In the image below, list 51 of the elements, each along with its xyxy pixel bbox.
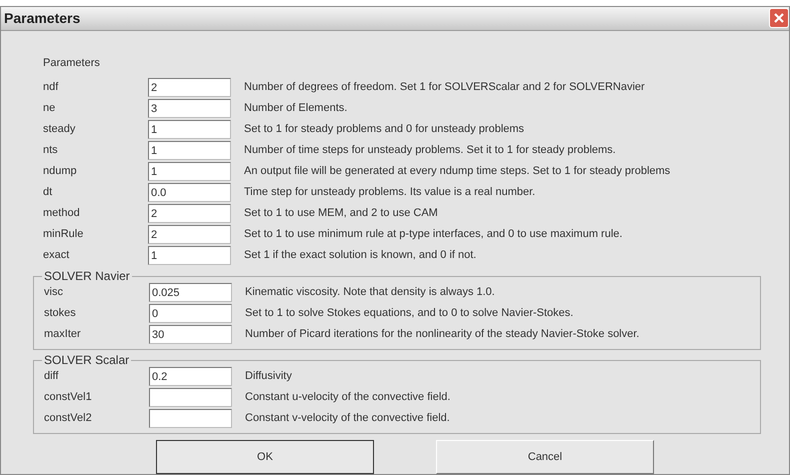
parameter-label: dt — [42, 185, 54, 200]
parameter-field[interactable] — [149, 388, 232, 407]
close-button[interactable] — [769, 8, 789, 28]
parameter-description: Set 1 if the exact solution is known, and 0 if not. — [244, 248, 476, 264]
parameter-description: Set to 1 for steady problems and 0 for unsteady problems — [244, 122, 524, 138]
parameter-label: minRule — [42, 227, 84, 242]
parameter-field[interactable]: 30 — [149, 325, 232, 344]
parameter-field[interactable]: 2 — [148, 204, 231, 223]
parameter-label: stokes — [43, 306, 77, 322]
parameter-label: exact — [42, 248, 70, 264]
section-title: Parameters — [42, 56, 101, 70]
parameter-field[interactable] — [149, 409, 232, 428]
parameter-label: ne — [42, 101, 56, 116]
parameter-description: Number of Elements. — [244, 101, 348, 116]
parameter-field[interactable]: 2 — [148, 78, 231, 97]
dialog-button[interactable]: Cancel — [436, 440, 654, 474]
parameter-label: method — [42, 206, 81, 222]
parameter-description: Number of degrees of freedom. Set 1 for SOLVERScalar and 2 for SOLVERNavier — [244, 80, 645, 96]
window-title: Parameters — [4, 8, 80, 28]
parameter-field[interactable]: 1 — [148, 162, 231, 181]
close-icon — [773, 12, 785, 24]
parameter-description: Set to 1 to use minimum rule at p-type interfaces, and 0 to use maximum rule. — [244, 227, 622, 242]
parameter-label: visc — [43, 285, 64, 300]
parameter-field[interactable]: 1 — [148, 141, 231, 160]
parameter-label: ndf — [42, 80, 60, 96]
parameter-label: diff — [43, 369, 60, 384]
parameter-field[interactable]: 3 — [148, 99, 231, 118]
parameter-label: constVel2 — [43, 411, 93, 426]
parameter-description: Constant u-velocity of the convective field. — [245, 390, 450, 406]
parameter-description: Diffusivity — [245, 369, 292, 384]
parameter-label: constVel1 — [43, 390, 93, 406]
parameter-description: Time step for unsteady problems. Its value is a real number. — [244, 185, 536, 200]
parameter-field[interactable]: 0 — [149, 304, 232, 323]
parameter-description: An output file will be generated at every ndump time steps. Set to 1 for steady problems — [244, 164, 670, 180]
parameter-label: maxIter — [43, 327, 82, 342]
parameter-description: Set to 1 to use MEM, and 2 to use CAM — [244, 206, 438, 222]
parameter-label: ndump — [42, 164, 78, 180]
parameter-field[interactable]: 1 — [148, 120, 231, 139]
parameter-description: Kinematic viscosity. Note that density is always 1.0. — [245, 285, 495, 300]
parameter-label: steady — [42, 122, 76, 138]
parameter-field[interactable]: 0.025 — [149, 283, 232, 302]
parameter-description: Set to 1 to solve Stokes equations, and to 0 to solve Navier-Stokes. — [245, 306, 574, 322]
parameter-label: nts — [42, 143, 59, 158]
parameter-description: Constant v-velocity of the convective field. — [245, 411, 450, 426]
parameter-field[interactable]: 2 — [148, 225, 231, 244]
dialog-button[interactable]: OK — [156, 440, 374, 474]
parameter-description: Number of Picard iterations for the nonlinearity of the steady Navier-Stoke solver. — [245, 327, 640, 342]
parameter-description: Number of time steps for unsteady problems. Set it to 1 for steady problems. — [244, 143, 616, 158]
parameter-field[interactable]: 1 — [148, 246, 231, 265]
parameter-field[interactable]: 0.2 — [149, 367, 232, 386]
parameter-field[interactable]: 0.0 — [148, 183, 231, 202]
